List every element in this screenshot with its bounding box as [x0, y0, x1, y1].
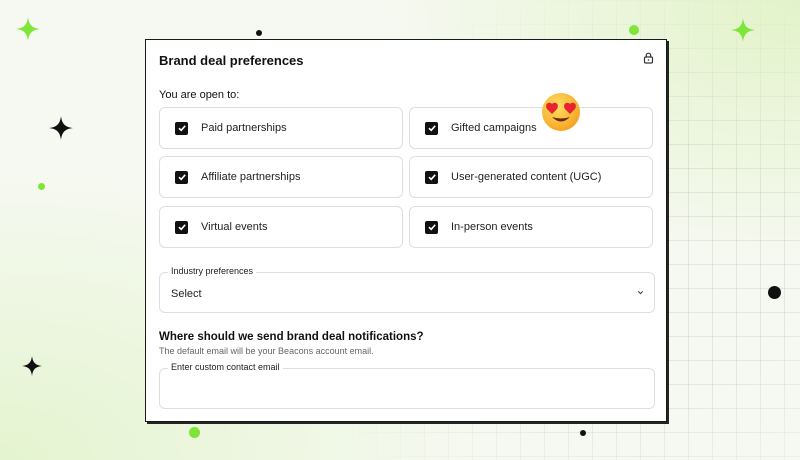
card-title: Brand deal preferences [159, 53, 304, 68]
checkbox-checked-icon[interactable] [175, 121, 188, 135]
option-label: Virtual events [201, 221, 268, 233]
heart-eyes-emoji-icon [542, 93, 580, 131]
custom-contact-email-label: Enter custom contact email [168, 362, 283, 372]
option-gifted-campaigns[interactable]: Gifted campaigns [409, 107, 653, 149]
option-label: Gifted campaigns [451, 122, 537, 134]
option-ugc[interactable]: User-generated content (UGC) [409, 156, 653, 198]
notifications-subtitle: The default email will be your Beacons a… [159, 346, 374, 356]
industry-preferences-select[interactable]: Industry preferences Select [159, 266, 655, 313]
custom-contact-email-field[interactable]: Enter custom contact email [159, 362, 655, 409]
option-virtual-events[interactable]: Virtual events [159, 206, 403, 248]
checkbox-checked-icon[interactable] [425, 170, 438, 184]
option-label: Affiliate partnerships [201, 171, 301, 183]
checkbox-checked-icon[interactable] [425, 220, 438, 234]
black-sparkle-icon [49, 116, 73, 140]
green-sparkle-icon [731, 18, 755, 42]
lock-icon [643, 52, 654, 64]
notifications-heading: Where should we send brand deal notifica… [159, 331, 424, 343]
black-dot [768, 286, 781, 299]
industry-select-value: Select [171, 288, 202, 300]
checkbox-checked-icon[interactable] [175, 170, 188, 184]
option-label: In-person events [451, 221, 533, 233]
green-dot [38, 183, 45, 190]
black-sparkle-icon [22, 356, 42, 376]
option-paid-partnerships[interactable]: Paid partnerships [159, 107, 403, 149]
chevron-down-icon[interactable] [636, 288, 645, 297]
green-dot [629, 25, 639, 35]
checkbox-checked-icon[interactable] [425, 121, 438, 135]
option-label: Paid partnerships [201, 122, 287, 134]
option-label: User-generated content (UGC) [451, 171, 602, 183]
option-affiliate-partnerships[interactable]: Affiliate partnerships [159, 156, 403, 198]
green-sparkle-icon [16, 17, 40, 41]
industry-preferences-label: Industry preferences [168, 266, 257, 276]
green-dot [189, 427, 200, 438]
checkbox-checked-icon[interactable] [175, 220, 188, 234]
black-dot [256, 30, 262, 36]
black-dot [580, 430, 586, 436]
open-to-label: You are open to: [159, 89, 240, 101]
option-in-person-events[interactable]: In-person events [409, 206, 653, 248]
brand-deal-preferences-card: Brand deal preferences You are open to: … [145, 39, 667, 422]
